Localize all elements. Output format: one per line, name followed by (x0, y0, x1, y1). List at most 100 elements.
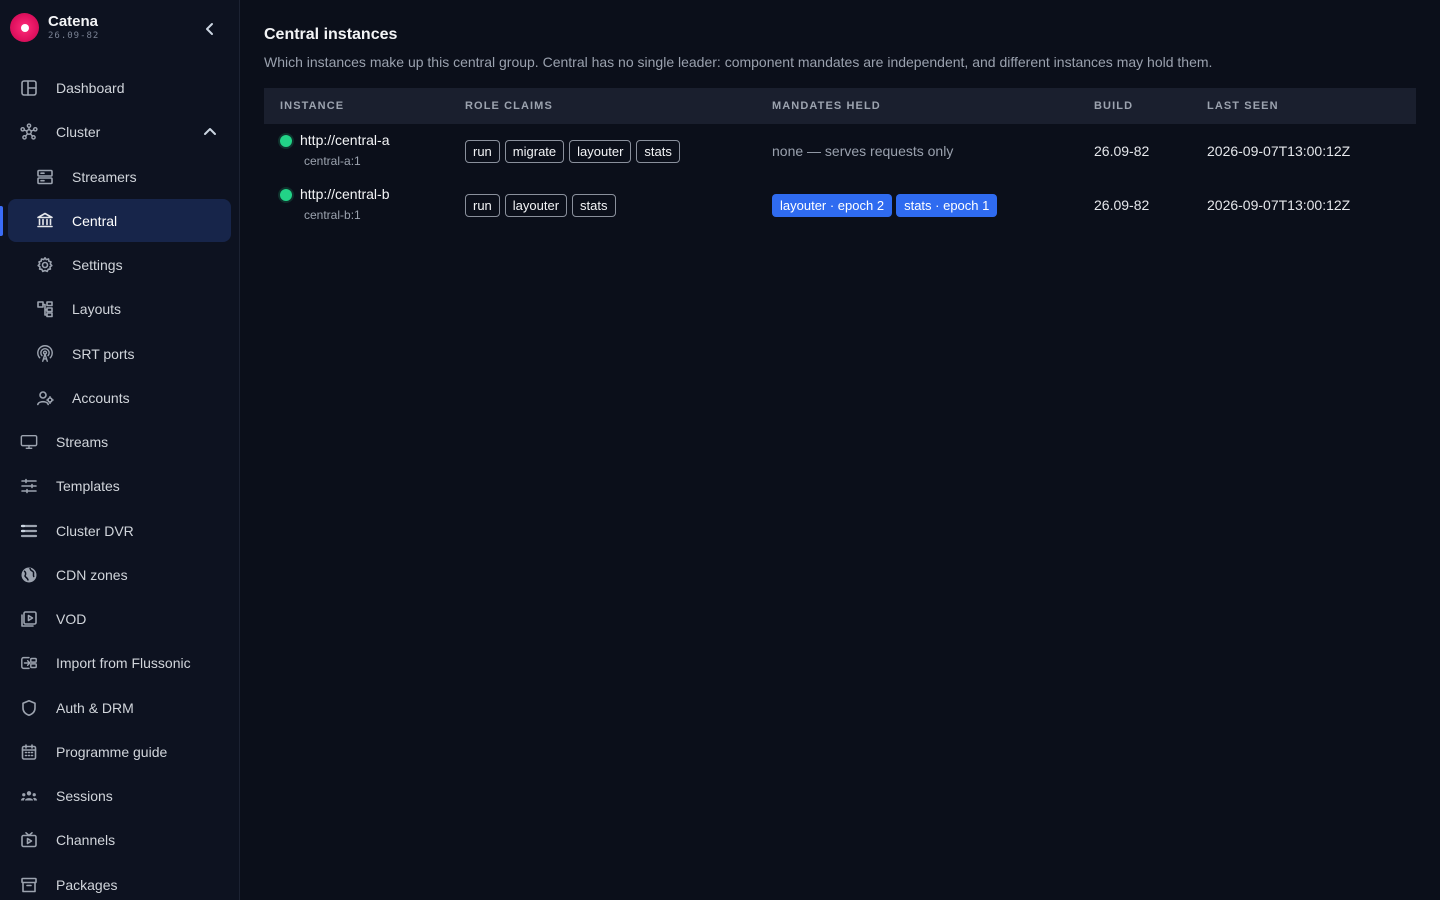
role-chip: run (465, 194, 500, 217)
role-chip: stats (636, 140, 680, 163)
tv-icon (20, 831, 38, 849)
mandate-chip: layouter · epoch 2 (772, 194, 893, 217)
antenna-icon (36, 345, 54, 363)
collapse-sidebar-button[interactable] (198, 17, 222, 41)
sidebar-item-auth-drm[interactable]: Auth & DRM (8, 687, 231, 729)
role-chip: layouter (504, 194, 568, 217)
logo-icon (10, 13, 39, 42)
sliders-icon (20, 477, 38, 495)
app-name: Catena (48, 13, 99, 30)
video-library-icon (20, 610, 38, 628)
sidebar-item-label: Packages (56, 877, 118, 893)
sidebar-item-label: Dashboard (56, 80, 125, 96)
layouts-icon (36, 300, 54, 318)
dashboard-icon (20, 79, 38, 97)
sidebar-item-label: Import from Flussonic (56, 655, 191, 671)
monitor-icon (20, 433, 38, 451)
shield-icon (20, 699, 38, 717)
sidebar-item-settings[interactable]: Settings (8, 244, 231, 286)
sidebar-item-label: Central (72, 212, 118, 229)
sidebar-item-label: Settings (72, 257, 123, 273)
bank-icon (36, 211, 54, 229)
active-indicator (0, 206, 3, 236)
sidebar: Catena 26.09-82 Dashboard Cluster Stream… (0, 0, 240, 900)
role-claims: run layouter stats (465, 194, 616, 217)
sidebar-item-accounts[interactable]: Accounts (8, 377, 231, 419)
role-chip: layouter (569, 140, 632, 163)
sidebar-item-central[interactable]: Central (8, 199, 231, 242)
last-seen: 2026-09-07T13:00:12Z (1207, 143, 1351, 159)
role-chip: migrate (504, 140, 565, 163)
sidebar-item-label: VOD (56, 611, 87, 627)
import-icon (20, 654, 38, 672)
storage-icon (20, 522, 38, 540)
sidebar-item-channels[interactable]: Channels (8, 819, 231, 861)
sidebar-item-dashboard[interactable]: Dashboard (8, 67, 231, 109)
sidebar-item-layouts[interactable]: Layouts (8, 288, 231, 330)
sidebar-item-label: Accounts (72, 390, 130, 406)
page-title: Central instances (264, 26, 398, 43)
table-row[interactable]: http://central-b central-b:1 run layoute… (264, 178, 1416, 232)
instances-table: INSTANCE ROLE CLAIMS MANDATES HELD BUILD… (264, 88, 1416, 232)
mandates-held: none — serves requests only (772, 143, 953, 159)
instance-id: central-a:1 (304, 154, 361, 168)
last-seen: 2026-09-07T13:00:12Z (1207, 197, 1351, 213)
table-row[interactable]: http://central-a central-a:1 run migrate… (264, 124, 1416, 178)
sidebar-item-streamers[interactable]: Streamers (8, 156, 231, 198)
column-header-instance: INSTANCE (280, 100, 345, 112)
table-header: INSTANCE ROLE CLAIMS MANDATES HELD BUILD… (264, 88, 1416, 124)
sidebar-item-label: Cluster DVR (56, 523, 134, 539)
brand[interactable]: Catena 26.09-82 (10, 13, 99, 42)
sidebar-item-streams[interactable]: Streams (8, 421, 231, 463)
accounts-icon (36, 389, 54, 407)
sidebar-item-cluster-dvr[interactable]: Cluster DVR (8, 510, 231, 552)
app-version: 26.09-82 (48, 31, 100, 41)
archive-icon (20, 876, 38, 894)
mandate-chip: stats · epoch 1 (896, 194, 998, 217)
sidebar-item-label: CDN zones (56, 567, 128, 583)
mandates-held: layouter · epoch 2 stats · epoch 1 (772, 194, 998, 217)
role-chip: stats (572, 194, 616, 217)
calendar-icon (20, 743, 38, 761)
users-icon (20, 787, 38, 805)
sidebar-item-templates[interactable]: Templates (8, 465, 231, 507)
main-content: Central instances Which instances make u… (240, 0, 1440, 900)
sidebar-item-sessions[interactable]: Sessions (8, 775, 231, 817)
build-version: 26.09-82 (1094, 197, 1150, 213)
sidebar-item-packages[interactable]: Packages (8, 864, 231, 900)
sidebar-item-cluster[interactable]: Cluster (8, 111, 231, 153)
role-claims: run migrate layouter stats (465, 140, 680, 163)
role-chip: run (465, 140, 500, 163)
chevron-left-icon (206, 23, 213, 35)
instance-url: http://central-b (300, 186, 390, 202)
sidebar-item-label: Programme guide (56, 744, 168, 760)
sidebar-item-label: Auth & DRM (56, 700, 134, 716)
page-description: Which instances make up this central gro… (264, 54, 1213, 70)
sidebar-item-cdn-zones[interactable]: CDN zones (8, 554, 231, 596)
sidebar-item-label: Templates (56, 478, 120, 494)
column-header-build: BUILD (1094, 100, 1134, 112)
globe-icon (20, 566, 38, 584)
cluster-icon (20, 123, 38, 141)
status-indicator (280, 189, 292, 201)
sidebar-item-programme-guide[interactable]: Programme guide (8, 731, 231, 773)
sidebar-item-label: Layouts (72, 301, 122, 317)
mandates-none-text: none — serves requests only (772, 143, 954, 159)
column-header-last-seen: LAST SEEN (1207, 100, 1279, 112)
sidebar-item-label: Sessions (56, 788, 113, 804)
gear-icon (36, 256, 54, 274)
sidebar-item-srt-ports[interactable]: SRT ports (8, 333, 231, 375)
build-version: 26.09-82 (1094, 143, 1150, 159)
sidebar-item-import-flussonic[interactable]: Import from Flussonic (8, 642, 231, 684)
sidebar-item-label: Streams (56, 434, 109, 450)
sidebar-item-label: Cluster (56, 124, 101, 140)
status-indicator (280, 135, 292, 147)
instance-id: central-b:1 (304, 208, 361, 222)
sidebar-item-label: Channels (56, 832, 116, 848)
instance-url: http://central-a (300, 132, 390, 148)
sidebar-item-label: SRT ports (72, 346, 135, 362)
chevron-up-icon (203, 125, 217, 142)
column-header-role-claims: ROLE CLAIMS (465, 100, 553, 112)
sidebar-item-vod[interactable]: VOD (8, 598, 231, 640)
column-header-mandates-held: MANDATES HELD (772, 100, 881, 112)
